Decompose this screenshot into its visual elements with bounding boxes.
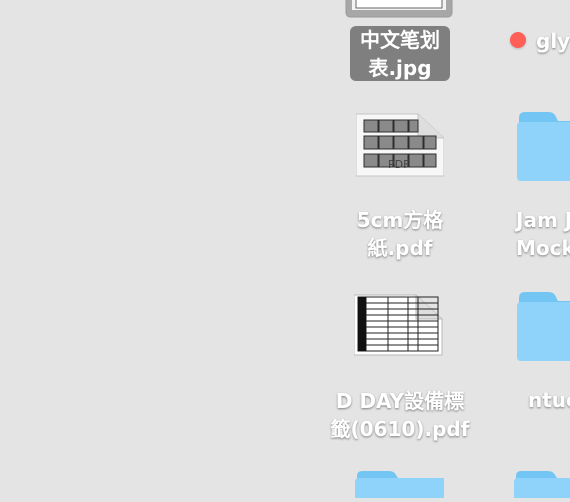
file-label-line-1: 中文笔划 [360, 28, 440, 52]
pdf-badge: PDF [388, 158, 410, 171]
red-tag-icon [510, 32, 526, 48]
pdf-document-icon: PDF [355, 112, 445, 178]
folder-label-line-1: Jam J [516, 208, 570, 232]
file-label-line-1: 5cm方格 [356, 208, 444, 232]
folder-label-line-1: gly [536, 29, 570, 53]
file-label-line-2: 表.jpg [368, 56, 432, 80]
folder-icon [514, 468, 570, 498]
folder-label[interactable]: gly [536, 27, 570, 55]
image-thumbnail-icon [345, 0, 453, 19]
file-label-line-2: 紙.pdf [367, 236, 433, 260]
file-label[interactable]: 5cm方格 紙.pdf [350, 206, 450, 262]
pdf-document-icon [353, 293, 444, 357]
file-label-line-2: 籤(0610).pdf [330, 417, 470, 441]
folder-icon [514, 109, 570, 183]
folder-icon [514, 289, 570, 363]
file-label-line-1: D DAY設備標 [335, 389, 465, 413]
folder-icon [355, 468, 444, 498]
folder-label-line-2: Mock [516, 236, 570, 260]
folder-label[interactable]: Jam J Mock [516, 206, 570, 262]
folder-label[interactable]: ntuc [528, 386, 570, 414]
file-label[interactable]: 中文笔划 表.jpg [350, 26, 450, 81]
file-label[interactable]: D DAY設備標 籤(0610).pdf [330, 387, 470, 443]
folder-label-line-1: ntuc [528, 388, 570, 412]
